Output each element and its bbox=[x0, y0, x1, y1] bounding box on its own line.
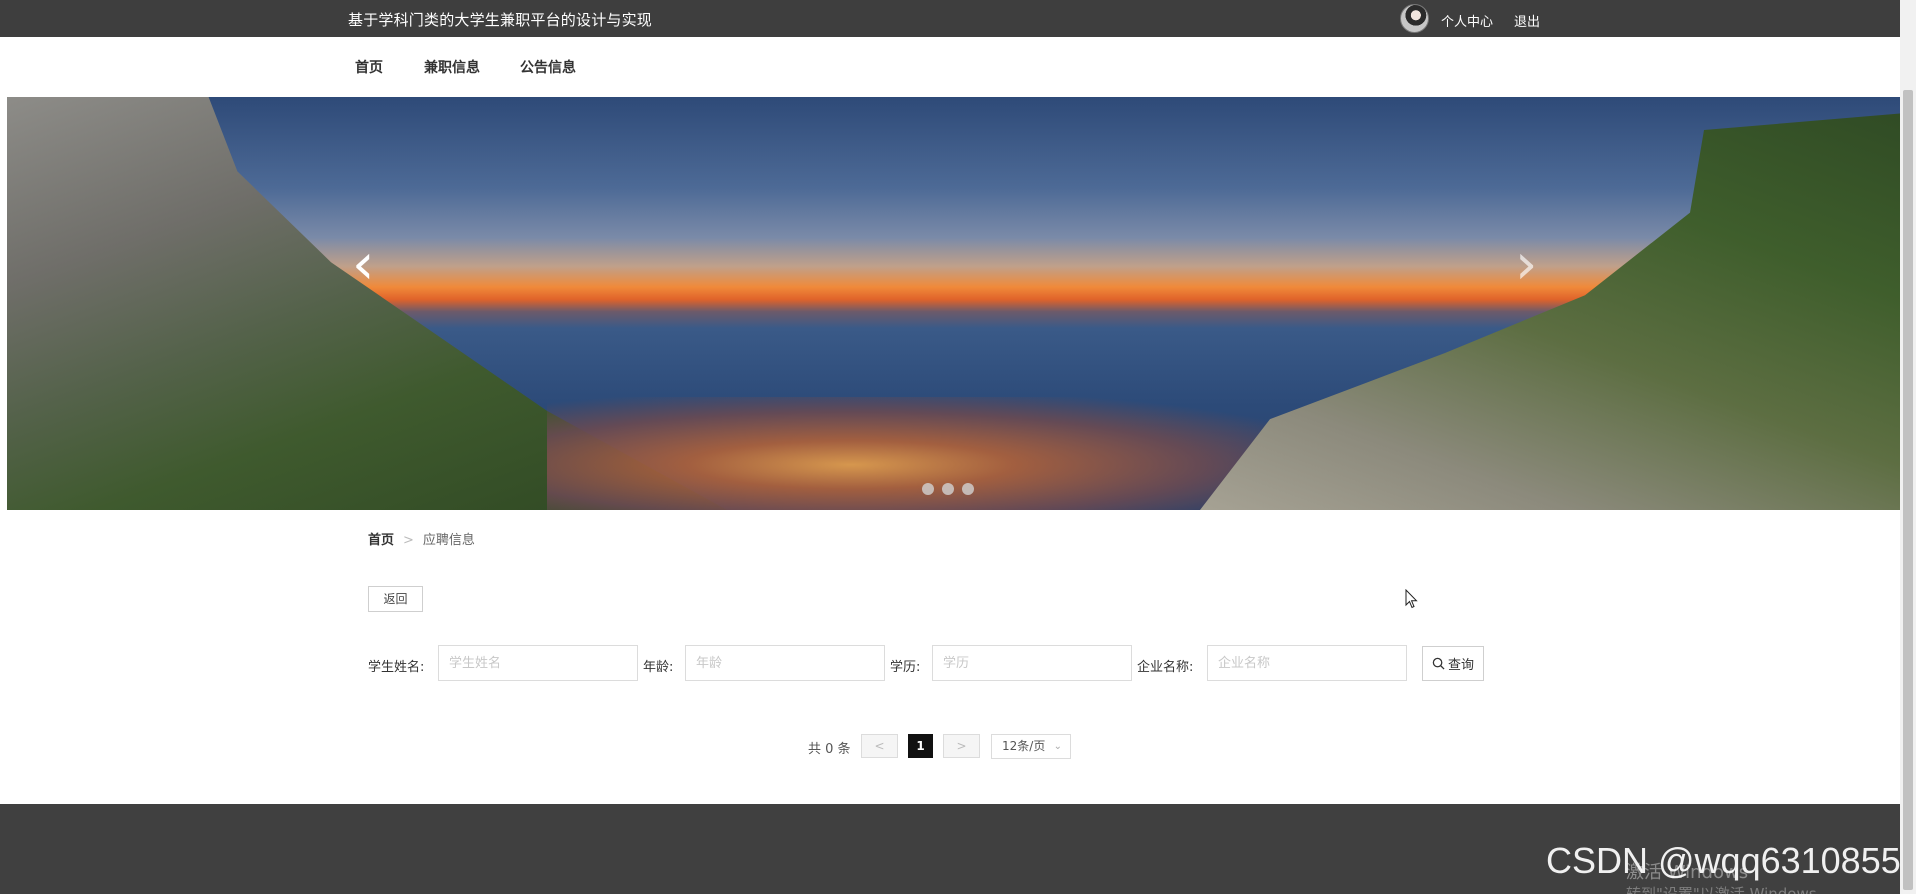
user-center-link[interactable]: 个人中心 bbox=[1441, 11, 1493, 30]
education-input[interactable] bbox=[932, 645, 1132, 681]
page-size-select[interactable]: 12条/页 ⌄ bbox=[991, 734, 1071, 759]
nav-item-jobs[interactable]: 兼职信息 bbox=[424, 57, 480, 77]
breadcrumb-current: 应聘信息 bbox=[422, 533, 475, 548]
logout-link[interactable]: 退出 bbox=[1514, 11, 1540, 30]
total-count: 共 0 条 bbox=[808, 742, 851, 757]
breadcrumb-separator: > bbox=[403, 533, 414, 548]
csdn-watermark: CSDN @wqq6310855 bbox=[1546, 840, 1901, 881]
back-button[interactable]: 返回 bbox=[368, 586, 423, 612]
student-name-label: 学生姓名: bbox=[368, 660, 425, 675]
breadcrumb: 首页 > 应聘信息 bbox=[368, 529, 475, 548]
breadcrumb-home[interactable]: 首页 bbox=[368, 533, 394, 548]
nav-item-home[interactable]: 首页 bbox=[355, 57, 383, 77]
banner-image-hill bbox=[1200, 113, 1900, 510]
carousel-dot[interactable] bbox=[962, 483, 974, 495]
company-name-label: 企业名称: bbox=[1137, 660, 1194, 675]
company-name-input[interactable] bbox=[1207, 645, 1407, 681]
student-name-input[interactable] bbox=[438, 645, 638, 681]
education-label: 学历: bbox=[890, 660, 921, 675]
banner-carousel: ‹ › bbox=[7, 97, 1900, 510]
mouse-cursor-icon bbox=[1405, 589, 1418, 609]
search-icon bbox=[1432, 657, 1445, 670]
query-button[interactable]: 查询 bbox=[1422, 646, 1484, 681]
nav-item-announcements[interactable]: 公告信息 bbox=[520, 57, 576, 77]
site-title: 基于学科门类的大学生兼职平台的设计与实现 bbox=[348, 11, 653, 29]
carousel-indicators bbox=[922, 483, 974, 495]
age-input[interactable] bbox=[685, 645, 885, 681]
carousel-dot[interactable] bbox=[922, 483, 934, 495]
carousel-dot[interactable] bbox=[942, 483, 954, 495]
age-label: 年龄: bbox=[643, 660, 674, 675]
query-button-label: 查询 bbox=[1447, 658, 1474, 673]
avatar[interactable] bbox=[1400, 4, 1429, 33]
carousel-prev-arrow-icon[interactable]: ‹ bbox=[352, 237, 374, 293]
chevron-down-icon: ⌄ bbox=[1053, 741, 1062, 752]
page-size-value: 12条/页 bbox=[1002, 739, 1046, 753]
scrollbar-thumb[interactable] bbox=[1903, 90, 1913, 890]
main-nav: 首页 兼职信息 公告信息 bbox=[0, 37, 1900, 97]
carousel-next-arrow-icon[interactable]: › bbox=[1515, 237, 1537, 293]
windows-activation-subtitle: 转到"设置"以激活 Windows。 bbox=[1626, 885, 1832, 894]
prev-page-button[interactable]: < bbox=[861, 734, 898, 758]
current-page[interactable]: 1 bbox=[908, 734, 933, 758]
next-page-button[interactable]: > bbox=[943, 734, 980, 758]
top-bar: 基于学科门类的大学生兼职平台的设计与实现 个人中心 退出 bbox=[0, 0, 1900, 37]
